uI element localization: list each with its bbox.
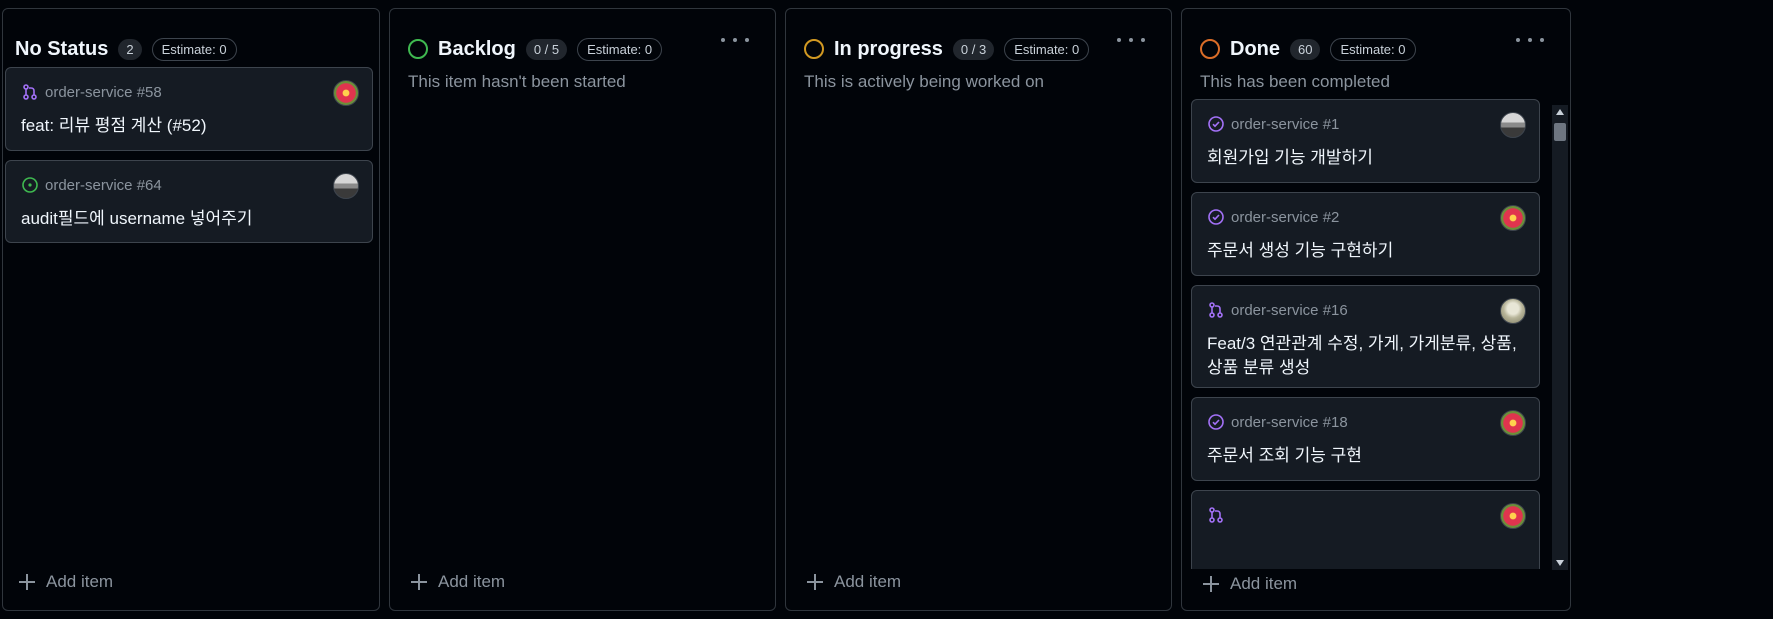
item-count-badge: 60 [1290, 38, 1321, 60]
card-title[interactable]: Feat/3 연관관계 수정, 가게, 가게분류, 상품, 상품 분류 생성 [1207, 332, 1524, 380]
card[interactable]: order-service #18 주문서 조회 기능 구현 [1191, 397, 1540, 481]
add-item-label: Add item [834, 572, 902, 591]
estimate-badge: Estimate: 0 [1330, 37, 1416, 61]
pull-request-icon [1207, 506, 1225, 524]
avatar[interactable] [1500, 112, 1526, 138]
card-reference[interactable]: order-service #16 [1231, 302, 1348, 319]
estimate-badge: Estimate: 0 [151, 37, 237, 61]
add-item-label: Add item [438, 572, 506, 591]
status-circle-icon [804, 39, 824, 59]
card[interactable]: order-service #2 주문서 생성 기능 구현하기 [1191, 192, 1540, 276]
pull-request-icon [21, 83, 39, 101]
card-title[interactable]: 회원가입 기능 개발하기 [1207, 146, 1524, 170]
plus-icon [1202, 575, 1220, 593]
card[interactable]: order-service #58 feat: 리뷰 평점 계산 (#52) [5, 67, 373, 151]
card-reference[interactable]: order-service #18 [1231, 414, 1348, 431]
column-description: This is actively being worked on [804, 72, 1045, 91]
column-header: In progress 0 / 3 Estimate: 0 This is ac… [786, 9, 1171, 91]
plus-icon [410, 573, 428, 591]
column-description: This has been completed [1200, 72, 1390, 91]
add-item-button[interactable]: Add item [806, 570, 901, 594]
column-title: Done [1230, 37, 1280, 60]
column-in-progress: In progress 0 / 3 Estimate: 0 This is ac… [785, 8, 1172, 611]
column-done: Done 60 Estimate: 0 This has been comple… [1181, 8, 1571, 611]
column-menu-button[interactable] [1516, 31, 1544, 49]
card-reference[interactable]: order-service #64 [45, 177, 162, 194]
open-issue-icon [21, 176, 39, 194]
project-board: No Status 2 Estimate: 0 order-service #5… [0, 0, 1773, 619]
column-no-status: No Status 2 Estimate: 0 order-service #5… [2, 8, 380, 611]
add-item-label: Add item [1230, 574, 1298, 593]
column-backlog: Backlog 0 / 5 Estimate: 0 This item hasn… [389, 8, 776, 611]
card[interactable]: order-service #64 audit필드에 username 넣어주기 [5, 160, 373, 243]
card-title[interactable]: audit필드에 username 넣어주기 [21, 207, 357, 231]
column-header: Backlog 0 / 5 Estimate: 0 This item hasn… [390, 9, 775, 91]
scroll-up-arrow-icon[interactable] [1556, 109, 1564, 115]
scroll-down-arrow-icon[interactable] [1556, 560, 1564, 566]
scrollbar-thumb[interactable] [1554, 123, 1566, 141]
closed-issue-icon [1207, 115, 1225, 133]
column-header: Done 60 Estimate: 0 This has been comple… [1182, 9, 1570, 91]
card[interactable]: order-service #1 회원가입 기능 개발하기 [1191, 99, 1540, 183]
column-menu-button[interactable] [721, 31, 749, 49]
estimate-badge: Estimate: 0 [1004, 37, 1090, 61]
card[interactable]: order-service #16 Feat/3 연관관계 수정, 가게, 가게… [1191, 285, 1540, 388]
avatar[interactable] [1500, 298, 1526, 324]
status-circle-icon [408, 39, 428, 59]
avatar[interactable] [1500, 410, 1526, 436]
card[interactable] [1191, 490, 1540, 569]
plus-icon [806, 573, 824, 591]
item-count-badge: 0 / 5 [525, 38, 568, 60]
column-title: Backlog [438, 37, 516, 60]
plus-icon [18, 573, 36, 591]
avatar[interactable] [1500, 503, 1526, 529]
closed-issue-icon [1207, 413, 1225, 431]
card-title[interactable]: 주문서 생성 기능 구현하기 [1207, 239, 1524, 263]
column-menu-button[interactable] [1117, 31, 1145, 49]
pull-request-icon [1207, 301, 1225, 319]
item-count-badge: 2 [118, 38, 142, 60]
card-title[interactable]: 주문서 조회 기능 구현 [1207, 444, 1524, 468]
estimate-badge: Estimate: 0 [577, 37, 663, 61]
card-list: order-service #1 회원가입 기능 개발하기 order-serv… [1182, 99, 1570, 569]
column-title: In progress [834, 37, 943, 60]
column-title: No Status [15, 37, 109, 60]
add-item-label: Add item [46, 572, 114, 591]
status-circle-icon [1200, 39, 1220, 59]
avatar[interactable] [333, 80, 359, 106]
avatar[interactable] [1500, 205, 1526, 231]
column-description: This item hasn't been started [408, 72, 626, 91]
avatar[interactable] [333, 173, 359, 199]
card-reference[interactable]: order-service #58 [45, 84, 162, 101]
add-item-button[interactable]: Add item [18, 570, 113, 594]
card-reference[interactable]: order-service #2 [1231, 209, 1339, 226]
add-item-button[interactable]: Add item [1202, 572, 1297, 596]
card-title[interactable]: feat: 리뷰 평점 계산 (#52) [21, 114, 357, 138]
item-count-badge: 0 / 3 [952, 38, 995, 60]
scrollbar[interactable] [1552, 105, 1568, 570]
card-reference[interactable]: order-service #1 [1231, 116, 1339, 133]
add-item-button[interactable]: Add item [410, 570, 505, 594]
closed-issue-icon [1207, 208, 1225, 226]
